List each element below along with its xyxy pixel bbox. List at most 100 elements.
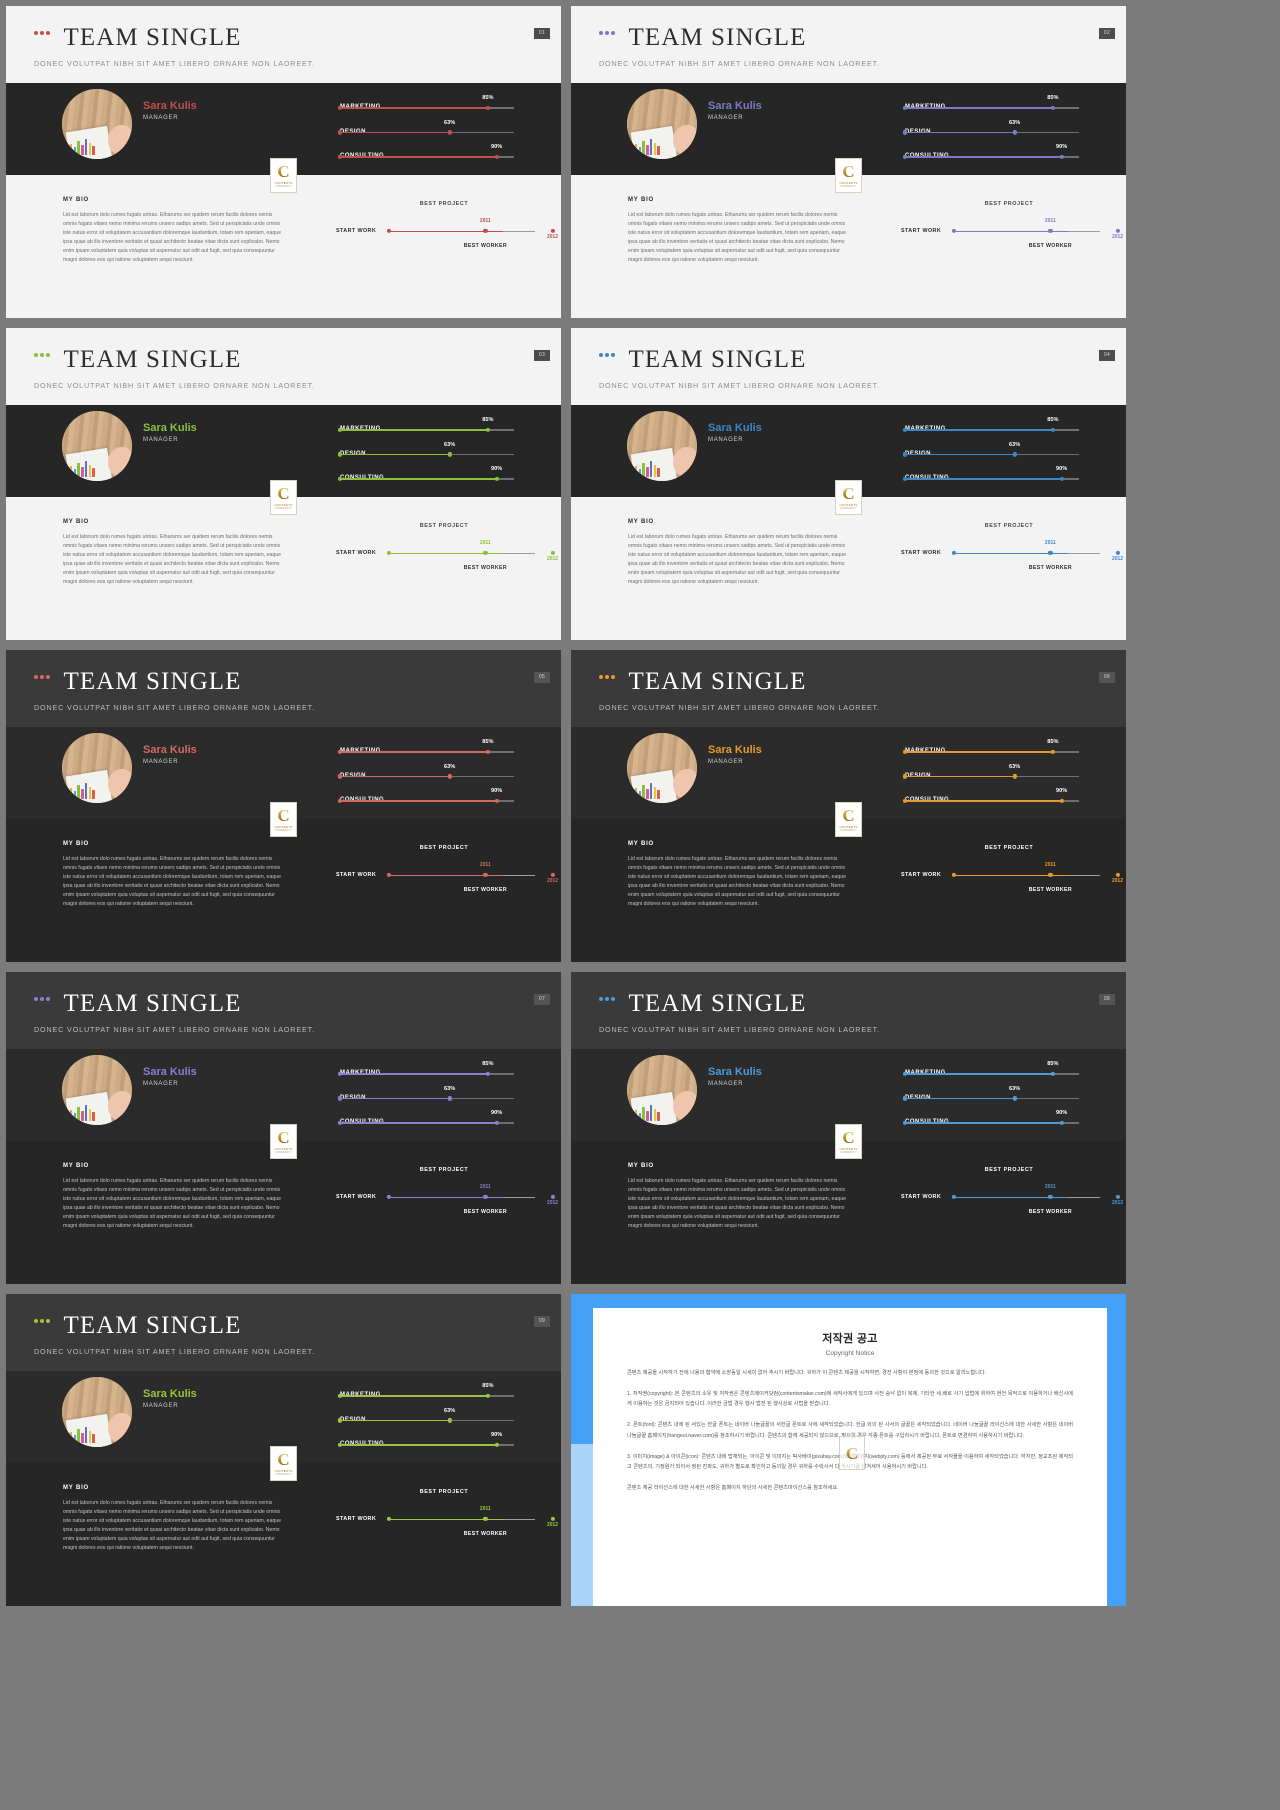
timeline-node[interactable] <box>386 872 392 878</box>
timeline-node[interactable] <box>1115 228 1120 234</box>
skill-knob-end[interactable] <box>494 1120 499 1126</box>
skill-knob-end[interactable] <box>1012 452 1017 457</box>
skill-knob-end[interactable] <box>494 154 499 160</box>
skill-track[interactable] <box>902 1096 1079 1101</box>
skill-track[interactable] <box>337 798 514 804</box>
timeline-node[interactable] <box>386 228 392 234</box>
timeline-node[interactable] <box>550 1194 555 1200</box>
timeline-track[interactable] <box>389 1196 535 1198</box>
skill-knob-end[interactable] <box>1050 105 1055 110</box>
skill-knob-end[interactable] <box>1012 130 1017 135</box>
timeline-track[interactable] <box>389 552 535 554</box>
skill-knob-end[interactable] <box>485 1393 490 1398</box>
timeline-node[interactable] <box>550 550 555 556</box>
timeline-node[interactable] <box>951 550 957 556</box>
timeline-node[interactable] <box>951 228 957 234</box>
skill-track[interactable] <box>902 452 1079 457</box>
skill-track[interactable] <box>337 1096 514 1101</box>
skill-knob-end[interactable] <box>447 774 452 779</box>
skill-knob-end[interactable] <box>1059 1120 1064 1126</box>
skill-track[interactable] <box>337 774 514 779</box>
timeline-track[interactable] <box>389 874 535 876</box>
skill-track[interactable] <box>902 774 1079 779</box>
timeline-node[interactable] <box>483 550 488 556</box>
timeline-node[interactable] <box>483 872 488 878</box>
skill-track[interactable] <box>337 1418 514 1423</box>
skill-track[interactable] <box>337 154 514 160</box>
skill-knob-end[interactable] <box>485 427 490 432</box>
timeline-node[interactable] <box>951 1194 957 1200</box>
timeline-node[interactable] <box>550 872 555 878</box>
skill-track[interactable] <box>337 1393 514 1398</box>
timeline-node[interactable] <box>1048 1194 1053 1200</box>
skill-knob-end[interactable] <box>447 130 452 135</box>
timeline-track[interactable] <box>389 230 535 232</box>
skill-track[interactable] <box>337 1442 514 1448</box>
skill-knob-end[interactable] <box>1059 476 1064 482</box>
skill-track[interactable] <box>337 130 514 135</box>
timeline-node[interactable] <box>1115 872 1120 878</box>
skill-track[interactable] <box>902 105 1079 110</box>
skill-track[interactable] <box>902 1071 1079 1076</box>
skill-track[interactable] <box>902 798 1079 804</box>
skill-knob-end[interactable] <box>494 798 499 804</box>
timeline-node[interactable] <box>951 872 957 878</box>
skill-knob-end[interactable] <box>1059 798 1064 804</box>
skill-knob-end[interactable] <box>447 452 452 457</box>
skill-track[interactable] <box>337 476 514 482</box>
slide-05[interactable]: TEAM SINGLE DONEC VOLUTPAT NIBH SIT AMET… <box>6 650 561 962</box>
skill-knob-end[interactable] <box>494 1442 499 1448</box>
timeline-node[interactable] <box>1115 1194 1120 1200</box>
slide-07[interactable]: TEAM SINGLE DONEC VOLUTPAT NIBH SIT AMET… <box>6 972 561 1284</box>
timeline-node[interactable] <box>483 1194 488 1200</box>
slide-02[interactable]: TEAM SINGLE DONEC VOLUTPAT NIBH SIT AMET… <box>571 6 1126 318</box>
skill-knob-end[interactable] <box>485 105 490 110</box>
skill-knob-end[interactable] <box>1050 427 1055 432</box>
timeline-node[interactable] <box>386 1516 392 1522</box>
skill-knob-end[interactable] <box>1050 749 1055 754</box>
skill-track[interactable] <box>337 749 514 754</box>
skill-track[interactable] <box>902 130 1079 135</box>
timeline-track[interactable] <box>954 552 1100 554</box>
timeline-node[interactable] <box>483 228 488 234</box>
skill-track[interactable] <box>902 476 1079 482</box>
skill-knob-end[interactable] <box>447 1096 452 1101</box>
skill-track[interactable] <box>337 452 514 457</box>
timeline-node[interactable] <box>386 1194 392 1200</box>
skill-knob-end[interactable] <box>1012 774 1017 779</box>
skill-knob-end[interactable] <box>494 476 499 482</box>
timeline-node[interactable] <box>550 228 555 234</box>
skill-track[interactable] <box>902 427 1079 432</box>
slide-01[interactable]: TEAM SINGLE DONEC VOLUTPAT NIBH SIT AMET… <box>6 6 561 318</box>
timeline-track[interactable] <box>954 1196 1100 1198</box>
skill-knob-end[interactable] <box>485 749 490 754</box>
timeline-node[interactable] <box>386 550 392 556</box>
slide-09[interactable]: TEAM SINGLE DONEC VOLUTPAT NIBH SIT AMET… <box>6 1294 561 1606</box>
slide-03[interactable]: TEAM SINGLE DONEC VOLUTPAT NIBH SIT AMET… <box>6 328 561 640</box>
timeline-track[interactable] <box>389 1518 535 1520</box>
slide-06[interactable]: TEAM SINGLE DONEC VOLUTPAT NIBH SIT AMET… <box>571 650 1126 962</box>
skill-track[interactable] <box>337 1120 514 1126</box>
timeline-node[interactable] <box>1048 872 1053 878</box>
skill-knob-end[interactable] <box>447 1418 452 1423</box>
skill-knob-end[interactable] <box>1012 1096 1017 1101</box>
skill-knob-end[interactable] <box>1059 154 1064 160</box>
skill-track[interactable] <box>902 154 1079 160</box>
skill-track[interactable] <box>902 749 1079 754</box>
copyright-slide[interactable]: 저작권 공고 Copyright Notice 콘텐츠 제공을 시작하기 전에 … <box>571 1294 1126 1606</box>
timeline-node[interactable] <box>1048 228 1053 234</box>
skill-knob-end[interactable] <box>485 1071 490 1076</box>
timeline-node[interactable] <box>550 1516 555 1522</box>
slide-08[interactable]: TEAM SINGLE DONEC VOLUTPAT NIBH SIT AMET… <box>571 972 1126 1284</box>
skill-track[interactable] <box>902 1120 1079 1126</box>
skill-track[interactable] <box>337 105 514 110</box>
timeline-node[interactable] <box>483 1516 488 1522</box>
skill-track[interactable] <box>337 1071 514 1076</box>
slide-04[interactable]: TEAM SINGLE DONEC VOLUTPAT NIBH SIT AMET… <box>571 328 1126 640</box>
timeline-node[interactable] <box>1115 550 1120 556</box>
skill-track[interactable] <box>337 427 514 432</box>
skill-knob-end[interactable] <box>1050 1071 1055 1076</box>
timeline-node[interactable] <box>1048 550 1053 556</box>
timeline-track[interactable] <box>954 874 1100 876</box>
timeline-track[interactable] <box>954 230 1100 232</box>
